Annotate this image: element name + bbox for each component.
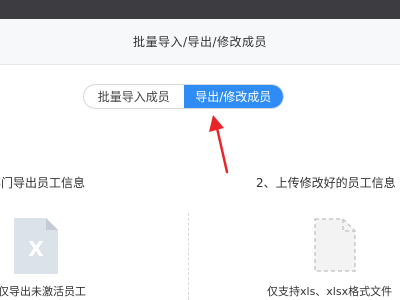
blank-file-icon[interactable] [314, 218, 356, 272]
export-caption: 仅导出未激活员工 [0, 285, 86, 298]
page-header: 批量导入/导出/修改成员 [0, 19, 400, 65]
step-1-label: 部门导出员工信息 [0, 176, 86, 190]
panel-divider [188, 213, 189, 300]
page-title: 批量导入/导出/修改成员 [132, 35, 268, 49]
step-2-label: 2、上传修改好的员工信息 [256, 176, 396, 190]
excel-letter: X [28, 237, 44, 261]
top-bar [0, 0, 400, 19]
upload-caption: 仅支持xls、xlsx格式文件 [267, 285, 393, 298]
mode-switch: 批量导入成员 导出/修改成员 [83, 84, 284, 109]
tab-batch-import[interactable]: 批量导入成员 [84, 85, 184, 108]
excel-file-icon[interactable]: X [14, 218, 58, 274]
red-arrow-icon [209, 115, 229, 174]
tab-export-modify[interactable]: 导出/修改成员 [183, 85, 283, 108]
